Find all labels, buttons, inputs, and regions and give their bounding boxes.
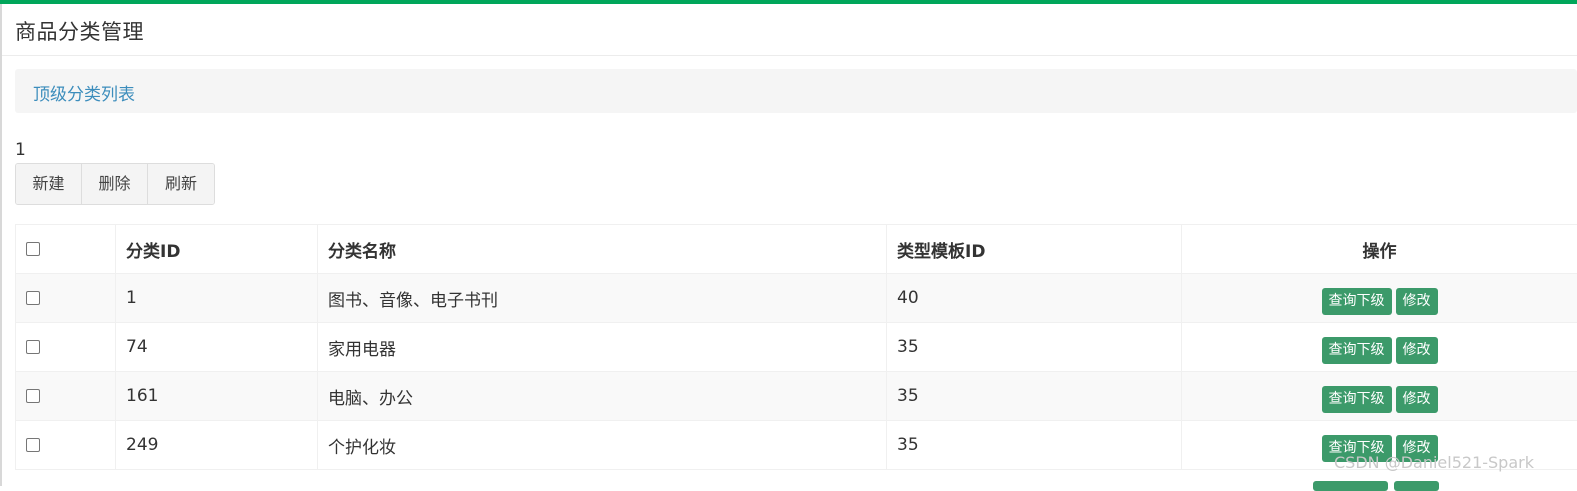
cell-template-id: 35 [887,323,1182,372]
header-category-id[interactable]: 分类ID [116,225,318,274]
cell-template-id: 35 [887,421,1182,470]
cell-template-id: 40 [887,274,1182,323]
edit-button[interactable]: 修改 [1396,337,1438,364]
query-children-button[interactable]: 查询下级 [1322,386,1392,413]
cell-category-name: 家用电器 [318,323,887,372]
query-children-button[interactable]: 查询下级 [1322,288,1392,315]
selected-count: 1 [15,140,26,160]
cell-operation: 查询下级修改 [1182,323,1577,372]
row-checkbox[interactable] [26,389,40,403]
cell-operation: 查询下级修改 [1182,372,1577,421]
header-select-all-cell [16,225,116,274]
row-checkbox[interactable] [26,291,40,305]
category-table: 分类ID 分类名称 类型模板ID 操作 1 图书、音像、电子书刊 40 查询下级… [15,224,1577,470]
left-edge-border [0,4,2,486]
cell-category-name: 电脑、办公 [318,372,887,421]
new-button[interactable]: 新建 [16,164,82,204]
row-checkbox[interactable] [26,438,40,452]
cell-category-name: 图书、音像、电子书刊 [318,274,887,323]
row-checkbox[interactable] [26,340,40,354]
page-title: 商品分类管理 [15,16,144,46]
breadcrumb-top-level-link[interactable]: 顶级分类列表 [33,80,135,105]
breadcrumb: 顶级分类列表 [15,69,1577,113]
edit-button[interactable]: 修改 [1396,386,1438,413]
watermark: CSDN @Daniel521-Spark [1334,453,1534,472]
table-row: 74 家用电器 35 查询下级修改 [16,323,1577,372]
edit-button[interactable]: 修改 [1396,288,1438,315]
table-header-row: 分类ID 分类名称 类型模板ID 操作 [16,225,1577,274]
table-row: 1 图书、音像、电子书刊 40 查询下级修改 [16,274,1577,323]
refresh-button[interactable]: 刷新 [148,164,214,204]
cell-template-id: 35 [887,372,1182,421]
cell-category-id: 249 [116,421,318,470]
header-template-id[interactable]: 类型模板ID [887,225,1182,274]
title-divider [2,55,1577,56]
delete-button[interactable]: 删除 [82,164,148,204]
cell-category-id: 1 [116,274,318,323]
top-accent-bar [0,0,1577,4]
edit-button-partial[interactable] [1394,481,1439,491]
cell-operation: 查询下级修改 [1182,274,1577,323]
header-operation: 操作 [1182,225,1577,274]
cell-category-id: 74 [116,323,318,372]
cell-category-name: 个护化妆 [318,421,887,470]
cell-category-id: 161 [116,372,318,421]
query-children-button-partial[interactable] [1313,481,1388,491]
table-row: 161 电脑、办公 35 查询下级修改 [16,372,1577,421]
select-all-checkbox[interactable] [26,242,40,256]
header-category-name[interactable]: 分类名称 [318,225,887,274]
query-children-button[interactable]: 查询下级 [1322,337,1392,364]
toolbar-button-group: 新建 删除 刷新 [15,163,215,205]
